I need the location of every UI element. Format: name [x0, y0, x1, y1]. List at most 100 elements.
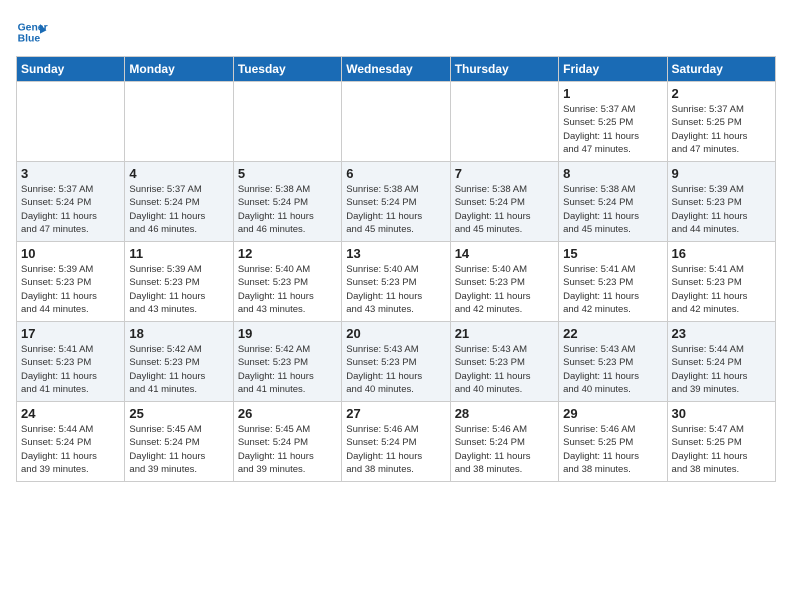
- day-number: 8: [563, 166, 662, 181]
- day-info: Sunrise: 5:38 AM Sunset: 5:24 PM Dayligh…: [563, 183, 662, 236]
- calendar-cell: 5 Sunrise: 5:38 AM Sunset: 5:24 PM Daylig…: [233, 162, 341, 242]
- calendar-cell: 1 Sunrise: 5:37 AM Sunset: 5:25 PM Daylig…: [559, 82, 667, 162]
- col-header-sunday: Sunday: [17, 57, 125, 82]
- calendar-cell: [342, 82, 450, 162]
- day-info: Sunrise: 5:47 AM Sunset: 5:25 PM Dayligh…: [672, 423, 771, 476]
- day-number: 19: [238, 326, 337, 341]
- calendar-cell: 21 Sunrise: 5:43 AM Sunset: 5:23 PM Dayli…: [450, 322, 558, 402]
- day-info: Sunrise: 5:37 AM Sunset: 5:25 PM Dayligh…: [563, 103, 662, 156]
- calendar-cell: 14 Sunrise: 5:40 AM Sunset: 5:23 PM Dayli…: [450, 242, 558, 322]
- day-info: Sunrise: 5:37 AM Sunset: 5:25 PM Dayligh…: [672, 103, 771, 156]
- calendar-cell: 29 Sunrise: 5:46 AM Sunset: 5:25 PM Dayli…: [559, 402, 667, 482]
- day-number: 21: [455, 326, 554, 341]
- calendar-cell: 25 Sunrise: 5:45 AM Sunset: 5:24 PM Dayli…: [125, 402, 233, 482]
- day-number: 11: [129, 246, 228, 261]
- logo-icon: General Blue: [16, 16, 48, 48]
- day-info: Sunrise: 5:38 AM Sunset: 5:24 PM Dayligh…: [346, 183, 445, 236]
- day-info: Sunrise: 5:40 AM Sunset: 5:23 PM Dayligh…: [238, 263, 337, 316]
- day-info: Sunrise: 5:42 AM Sunset: 5:23 PM Dayligh…: [129, 343, 228, 396]
- day-number: 27: [346, 406, 445, 421]
- day-number: 24: [21, 406, 120, 421]
- day-number: 29: [563, 406, 662, 421]
- calendar-cell: [125, 82, 233, 162]
- day-info: Sunrise: 5:41 AM Sunset: 5:23 PM Dayligh…: [672, 263, 771, 316]
- day-number: 12: [238, 246, 337, 261]
- calendar-cell: 7 Sunrise: 5:38 AM Sunset: 5:24 PM Daylig…: [450, 162, 558, 242]
- day-info: Sunrise: 5:46 AM Sunset: 5:25 PM Dayligh…: [563, 423, 662, 476]
- calendar-cell: 30Sunrise: 5:47 AM Sunset: 5:25 PM Dayli…: [667, 402, 775, 482]
- calendar-cell: 9 Sunrise: 5:39 AM Sunset: 5:23 PM Daylig…: [667, 162, 775, 242]
- col-header-thursday: Thursday: [450, 57, 558, 82]
- calendar-cell: 8 Sunrise: 5:38 AM Sunset: 5:24 PM Daylig…: [559, 162, 667, 242]
- calendar-cell: 17Sunrise: 5:41 AM Sunset: 5:23 PM Dayli…: [17, 322, 125, 402]
- calendar-cell: [233, 82, 341, 162]
- calendar-cell: 19Sunrise: 5:42 AM Sunset: 5:23 PM Dayli…: [233, 322, 341, 402]
- day-number: 23: [672, 326, 771, 341]
- day-number: 28: [455, 406, 554, 421]
- col-header-saturday: Saturday: [667, 57, 775, 82]
- day-info: Sunrise: 5:44 AM Sunset: 5:24 PM Dayligh…: [672, 343, 771, 396]
- day-number: 10: [21, 246, 120, 261]
- day-number: 1: [563, 86, 662, 101]
- calendar-cell: 2 Sunrise: 5:37 AM Sunset: 5:25 PM Daylig…: [667, 82, 775, 162]
- day-number: 4: [129, 166, 228, 181]
- calendar-cell: 15 Sunrise: 5:41 AM Sunset: 5:23 PM Dayli…: [559, 242, 667, 322]
- calendar-table: SundayMondayTuesdayWednesdayThursdayFrid…: [16, 56, 776, 482]
- col-header-wednesday: Wednesday: [342, 57, 450, 82]
- calendar-cell: 6 Sunrise: 5:38 AM Sunset: 5:24 PM Daylig…: [342, 162, 450, 242]
- page-header: General Blue: [16, 16, 776, 48]
- day-number: 14: [455, 246, 554, 261]
- day-info: Sunrise: 5:41 AM Sunset: 5:23 PM Dayligh…: [563, 263, 662, 316]
- day-info: Sunrise: 5:39 AM Sunset: 5:23 PM Dayligh…: [672, 183, 771, 236]
- calendar-cell: 20 Sunrise: 5:43 AM Sunset: 5:23 PM Dayli…: [342, 322, 450, 402]
- day-info: Sunrise: 5:39 AM Sunset: 5:23 PM Dayligh…: [129, 263, 228, 316]
- calendar-cell: 16 Sunrise: 5:41 AM Sunset: 5:23 PM Dayli…: [667, 242, 775, 322]
- day-number: 16: [672, 246, 771, 261]
- day-number: 15: [563, 246, 662, 261]
- calendar-cell: 23 Sunrise: 5:44 AM Sunset: 5:24 PM Dayli…: [667, 322, 775, 402]
- day-number: 7: [455, 166, 554, 181]
- calendar-cell: 12 Sunrise: 5:40 AM Sunset: 5:23 PM Dayli…: [233, 242, 341, 322]
- day-info: Sunrise: 5:46 AM Sunset: 5:24 PM Dayligh…: [346, 423, 445, 476]
- calendar-cell: 27 Sunrise: 5:46 AM Sunset: 5:24 PM Dayli…: [342, 402, 450, 482]
- day-number: 9: [672, 166, 771, 181]
- calendar-cell: [450, 82, 558, 162]
- day-info: Sunrise: 5:45 AM Sunset: 5:24 PM Dayligh…: [129, 423, 228, 476]
- day-info: Sunrise: 5:39 AM Sunset: 5:23 PM Dayligh…: [21, 263, 120, 316]
- calendar-cell: 22Sunrise: 5:43 AM Sunset: 5:23 PM Dayli…: [559, 322, 667, 402]
- day-info: Sunrise: 5:40 AM Sunset: 5:23 PM Dayligh…: [455, 263, 554, 316]
- calendar-cell: 11 Sunrise: 5:39 AM Sunset: 5:23 PM Dayli…: [125, 242, 233, 322]
- day-info: Sunrise: 5:46 AM Sunset: 5:24 PM Dayligh…: [455, 423, 554, 476]
- day-number: 6: [346, 166, 445, 181]
- day-number: 18: [129, 326, 228, 341]
- day-info: Sunrise: 5:41 AM Sunset: 5:23 PM Dayligh…: [21, 343, 120, 396]
- day-info: Sunrise: 5:38 AM Sunset: 5:24 PM Dayligh…: [455, 183, 554, 236]
- day-info: Sunrise: 5:40 AM Sunset: 5:23 PM Dayligh…: [346, 263, 445, 316]
- calendar-cell: 28 Sunrise: 5:46 AM Sunset: 5:24 PM Dayli…: [450, 402, 558, 482]
- day-number: 3: [21, 166, 120, 181]
- day-info: Sunrise: 5:37 AM Sunset: 5:24 PM Dayligh…: [129, 183, 228, 236]
- calendar-cell: 3 Sunrise: 5:37 AM Sunset: 5:24 PM Daylig…: [17, 162, 125, 242]
- calendar-cell: 13Sunrise: 5:40 AM Sunset: 5:23 PM Dayli…: [342, 242, 450, 322]
- day-number: 20: [346, 326, 445, 341]
- day-number: 22: [563, 326, 662, 341]
- day-info: Sunrise: 5:43 AM Sunset: 5:23 PM Dayligh…: [346, 343, 445, 396]
- day-number: 5: [238, 166, 337, 181]
- day-number: 2: [672, 86, 771, 101]
- day-number: 25: [129, 406, 228, 421]
- day-info: Sunrise: 5:38 AM Sunset: 5:24 PM Dayligh…: [238, 183, 337, 236]
- calendar-cell: 10 Sunrise: 5:39 AM Sunset: 5:23 PM Dayli…: [17, 242, 125, 322]
- day-number: 26: [238, 406, 337, 421]
- logo: General Blue: [16, 16, 52, 48]
- svg-text:Blue: Blue: [18, 34, 41, 45]
- calendar-cell: [17, 82, 125, 162]
- day-info: Sunrise: 5:45 AM Sunset: 5:24 PM Dayligh…: [238, 423, 337, 476]
- calendar-cell: 26 Sunrise: 5:45 AM Sunset: 5:24 PM Dayli…: [233, 402, 341, 482]
- day-info: Sunrise: 5:44 AM Sunset: 5:24 PM Dayligh…: [21, 423, 120, 476]
- day-info: Sunrise: 5:37 AM Sunset: 5:24 PM Dayligh…: [21, 183, 120, 236]
- col-header-tuesday: Tuesday: [233, 57, 341, 82]
- calendar-cell: 24 Sunrise: 5:44 AM Sunset: 5:24 PM Dayli…: [17, 402, 125, 482]
- day-info: Sunrise: 5:43 AM Sunset: 5:23 PM Dayligh…: [455, 343, 554, 396]
- calendar-cell: 18 Sunrise: 5:42 AM Sunset: 5:23 PM Dayli…: [125, 322, 233, 402]
- calendar-cell: 4 Sunrise: 5:37 AM Sunset: 5:24 PM Daylig…: [125, 162, 233, 242]
